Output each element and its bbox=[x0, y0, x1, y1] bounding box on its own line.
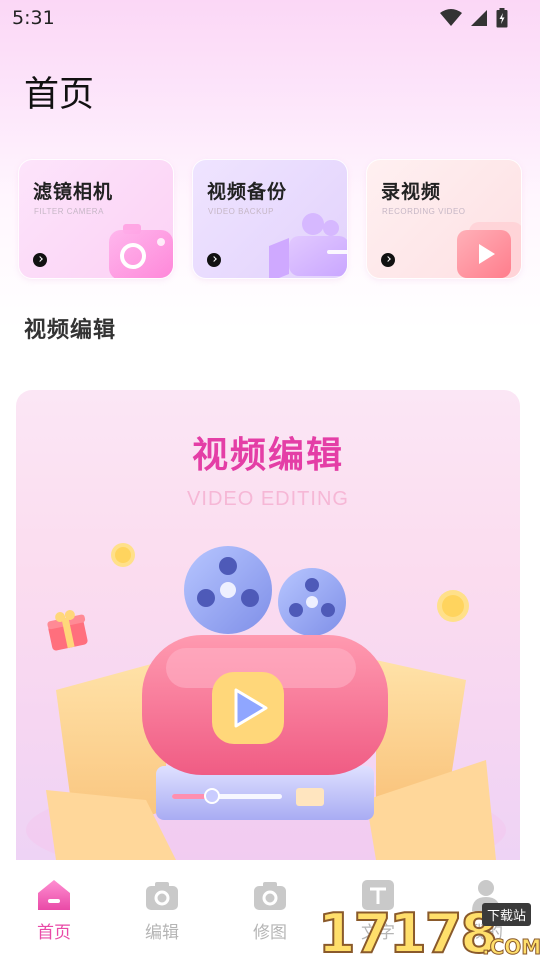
camera-icon bbox=[109, 224, 173, 278]
status-icons bbox=[440, 8, 508, 28]
card-recording-video[interactable]: 录视频 RECORDING VIDEO bbox=[366, 159, 522, 279]
watermark-tag: 下载站 bbox=[482, 903, 532, 926]
watermark-domain: .COM bbox=[482, 935, 540, 959]
wifi-icon bbox=[440, 9, 462, 26]
status-time: 5:31 bbox=[12, 7, 55, 29]
status-bar: 5:31 bbox=[0, 0, 540, 36]
signal-icon bbox=[471, 10, 487, 26]
video-camera-icon bbox=[269, 213, 347, 278]
nav-item-home[interactable]: 首页 bbox=[0, 860, 108, 960]
section-title: 视频编辑 bbox=[24, 318, 117, 343]
page-title: 首页 bbox=[24, 75, 95, 115]
home-icon bbox=[38, 880, 70, 910]
camera-icon bbox=[146, 882, 178, 910]
camera-icon bbox=[254, 882, 286, 910]
arrow-right-icon[interactable] bbox=[207, 253, 221, 267]
watermark-number: 17178 bbox=[318, 902, 496, 960]
nav-label: 修图 bbox=[253, 923, 287, 943]
banner-subtitle: VIDEO EDITING bbox=[187, 488, 349, 510]
card-subtitle: FILTER CAMERA bbox=[34, 207, 104, 216]
banner-title: 视频编辑 bbox=[191, 435, 344, 476]
card-filter-camera[interactable]: 滤镜相机 FILTER CAMERA bbox=[18, 159, 174, 279]
card-title: 滤镜相机 bbox=[33, 181, 114, 203]
card-video-backup[interactable]: 视频备份 VIDEO BACKUP bbox=[192, 159, 348, 279]
card-title: 录视频 bbox=[381, 181, 442, 203]
arrow-right-icon[interactable] bbox=[33, 253, 47, 267]
nav-item-edit[interactable]: 编辑 bbox=[108, 860, 216, 960]
video-editing-banner[interactable]: 视频编辑 VIDEO EDITING bbox=[16, 390, 520, 860]
battery-icon bbox=[496, 8, 508, 28]
arrow-right-icon[interactable] bbox=[381, 253, 395, 267]
card-title: 视频备份 bbox=[207, 181, 288, 203]
nav-label: 编辑 bbox=[145, 923, 179, 943]
nav-item-retouch[interactable]: 修图 bbox=[216, 860, 324, 960]
nav-label: 首页 bbox=[37, 923, 71, 943]
play-icon bbox=[457, 222, 521, 278]
